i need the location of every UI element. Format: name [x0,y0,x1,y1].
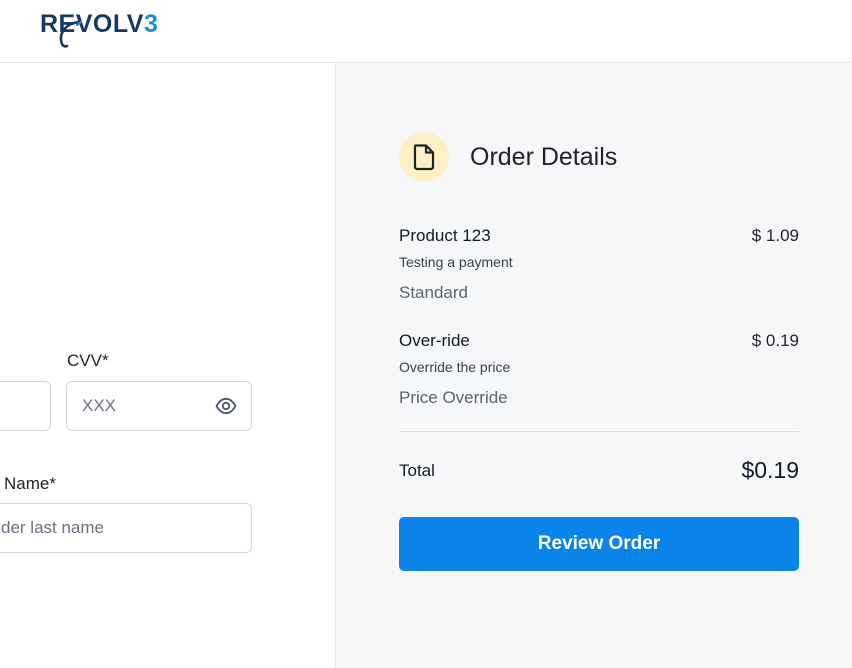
last-name-label: Name* [4,474,56,493]
item-name: Product 123 [399,226,491,245]
total-value: $0.19 [741,457,799,483]
item-type: Price Override [399,388,508,407]
last-name-input[interactable] [1,504,201,552]
document-icon [413,144,435,171]
header: REVOLV3 [0,0,852,63]
cvv-input[interactable] [82,382,206,430]
item-description: Override the price [399,359,511,375]
divider [399,431,799,432]
item-price: $ 1.09 [751,226,799,245]
order-icon-badge [399,132,449,182]
item-price: $ 0.19 [751,331,799,350]
revolv3-logo[interactable]: REVOLV3 [40,9,180,49]
order-details-panel: Order Details Product 123 $ 1.09 Testing… [336,63,852,668]
eye-icon[interactable] [215,397,237,415]
item-name: Over-ride [399,331,470,350]
card-number-field[interactable] [0,381,51,431]
item-description: Testing a payment [399,254,513,270]
review-order-button[interactable]: Review Order [399,517,799,571]
cvv-label: CVV* [67,351,109,370]
payment-form-panel: CVV* Name* [0,63,336,668]
logo-swoosh-icon [59,20,83,48]
item-type: Standard [399,283,468,302]
order-details-title: Order Details [470,143,618,171]
cvv-field[interactable] [66,381,252,431]
total-label: Total [399,461,435,480]
last-name-field[interactable] [0,503,252,553]
